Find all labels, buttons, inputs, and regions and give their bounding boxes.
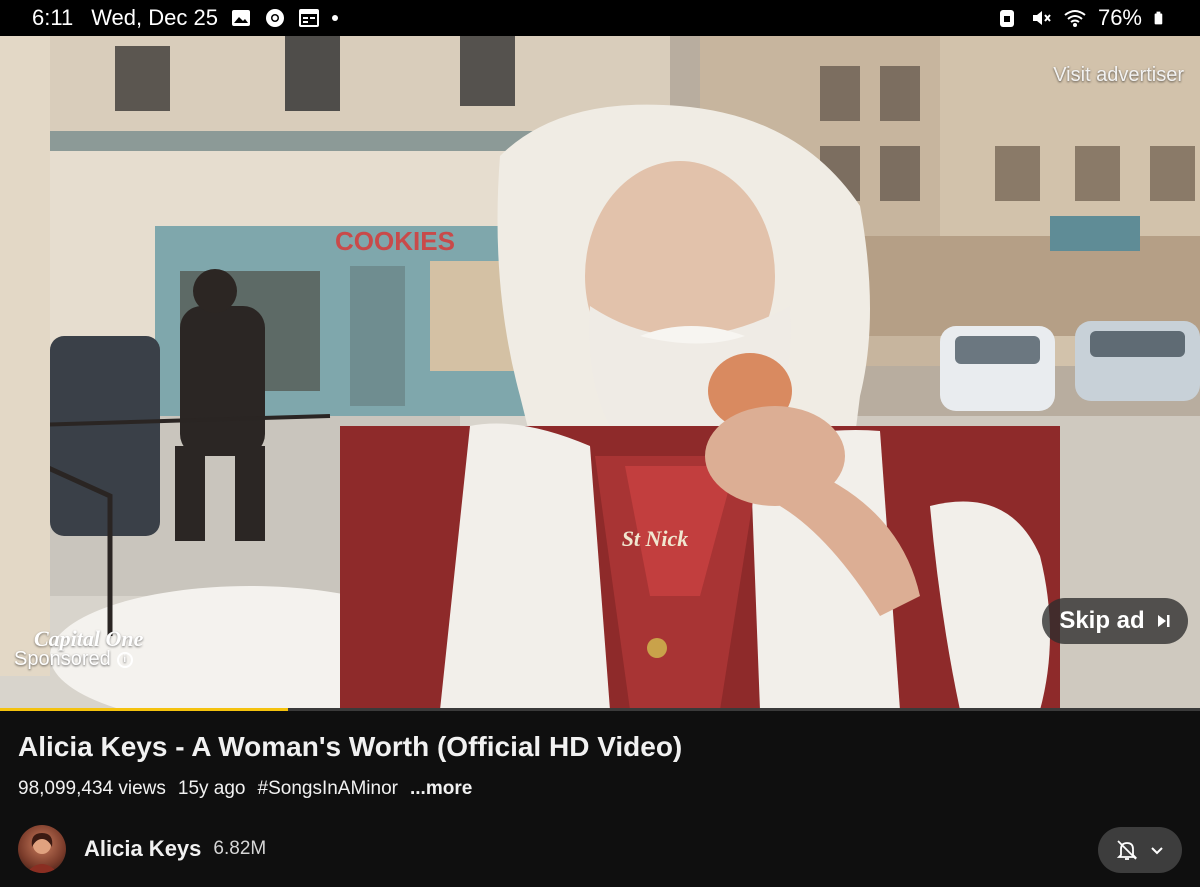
subscriber-count: 6.82M bbox=[213, 838, 267, 859]
sponsored-label: Sponsored bbox=[14, 648, 111, 670]
mute-icon bbox=[1032, 11, 1051, 25]
wifi-icon bbox=[1064, 10, 1086, 27]
hashtag-link[interactable]: #SongsInAMinor bbox=[258, 778, 398, 800]
status-bar: 6:11 Wed, Dec 25 76% bbox=[0, 0, 1200, 36]
video-meta[interactable]: 98,099,434 views 15y ago #SongsInAMinor … bbox=[18, 778, 472, 800]
channel-avatar[interactable] bbox=[18, 825, 66, 873]
necklace-text: St Nick bbox=[622, 526, 689, 551]
skip-ad-label: Skip ad bbox=[1059, 607, 1145, 634]
more-dot-icon bbox=[331, 15, 338, 21]
ad-video-frame: COOKIES St Nick bbox=[0, 36, 1200, 710]
status-left: 6:11 Wed, Dec 25 bbox=[32, 5, 338, 31]
visit-advertiser-link[interactable]: Visit advertiser bbox=[1053, 64, 1184, 87]
status-date: Wed, Dec 25 bbox=[91, 5, 218, 30]
channel-name[interactable]: Alicia Keys bbox=[84, 836, 201, 862]
chrome-icon bbox=[265, 9, 284, 27]
battery-level: 76% bbox=[1097, 5, 1142, 30]
status-time: 6:11 bbox=[32, 5, 74, 30]
avatar-image bbox=[26, 833, 58, 873]
upload-age: 15y ago bbox=[177, 778, 246, 799]
gallery-icon bbox=[231, 10, 250, 26]
video-player[interactable]: COOKIES St Nick Visit advertiser Skip ad… bbox=[0, 36, 1200, 710]
status-right: 76% bbox=[996, 5, 1168, 31]
skip-next-icon bbox=[1157, 615, 1170, 627]
video-info-panel: Alicia Keys - A Woman's Worth (Official … bbox=[0, 711, 1200, 887]
view-count: 98,099,434 views bbox=[18, 778, 166, 799]
channel-row[interactable]: Alicia Keys 6.82M bbox=[18, 825, 266, 873]
calendar-icon bbox=[298, 9, 319, 27]
skip-ad-button[interactable]: Skip ad bbox=[1042, 598, 1188, 644]
more-link[interactable]: ...more bbox=[410, 778, 472, 800]
video-title[interactable]: Alicia Keys - A Woman's Worth (Official … bbox=[18, 731, 682, 763]
sponsored-row[interactable]: Sponsored i bbox=[14, 648, 143, 671]
lock-icon bbox=[999, 10, 1014, 27]
notification-bell-button[interactable] bbox=[1098, 827, 1182, 873]
storefront-sign: COOKIES bbox=[335, 226, 455, 256]
info-icon[interactable]: i bbox=[116, 651, 133, 668]
battery-icon bbox=[1154, 11, 1163, 25]
chevron-down-icon bbox=[1151, 847, 1163, 855]
bell-off-icon bbox=[1116, 840, 1138, 860]
ad-sponsor: Capital One Sponsored i bbox=[14, 626, 143, 671]
